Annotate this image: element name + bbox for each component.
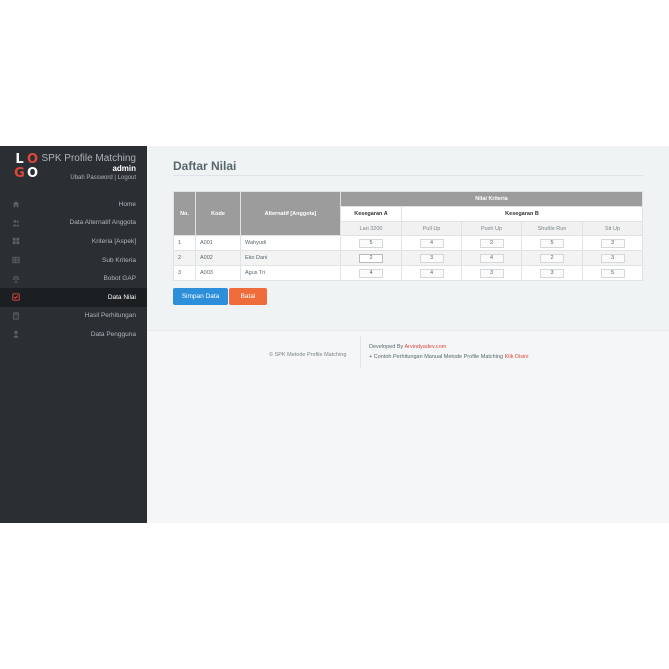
cell-no: 1 [173,235,196,251]
footer-credits: Developed By Arvindyadev.com + Contoh Pe… [369,342,528,362]
sidebar-item-data-alternatif[interactable]: Data Alternatif Anggota [0,214,147,233]
user-links: Ubah Password | Logout [70,175,136,181]
title-divider [173,175,643,176]
cell-kode: A001 [195,235,241,251]
contoh-line: + Contoh Perhitungan Manual Metode Profi… [369,352,528,362]
brand: L O G O SPK Profile Matching admin Ubah … [0,146,147,188]
table-icon [11,255,21,265]
cell-nama: Wahyudi [240,235,341,251]
sidebar-item-data-pengguna[interactable]: Data Pengguna [0,325,147,344]
developed-by-label: Developed By [369,344,405,350]
nilai-input[interactable]: 4 [419,268,444,278]
column-header-alternatif: Alternatif [Anggota] [240,191,341,236]
sidebar-menu: Home Data Alternatif Anggota Kriteria [A… [0,195,147,344]
logo-letter: G [14,166,25,181]
nilai-input[interactable]: 3 [540,268,564,278]
sidebar-item-label: Data Nilai [107,293,136,301]
nilai-input[interactable]: 4 [359,268,383,278]
calculator-icon [11,311,21,321]
logo-letter: L [15,152,24,167]
footer: © SPK Metode Profile Matching Developed … [147,330,669,523]
app-name: SPK Profile Matching [41,153,137,164]
sidebar-item-hasil-perhitungan[interactable]: Hasil Perhitungan [0,307,147,326]
column-header-kode: Kode [195,191,241,236]
nilai-input[interactable]: 3 [479,268,504,278]
sub-header: Shuttle Run [521,221,583,236]
app-window: L O G O SPK Profile Matching admin Ubah … [0,146,669,523]
cell-kode: A003 [195,265,241,281]
cell-no: 3 [173,265,196,281]
table-row: 3 A003 Agus Tri 4 4 3 3 5 [173,265,643,281]
nilai-input[interactable]: 3 [600,238,625,248]
save-button[interactable]: Simpan Data [173,288,228,305]
user-name: admin [112,164,136,173]
nilai-input[interactable]: 3 [600,253,625,263]
logo-letter: O [26,166,39,181]
nilai-input[interactable]: 5 [359,238,383,248]
sidebar-item-label: Hasil Perhitungan [84,312,136,320]
nilai-input[interactable]: 3 [419,253,444,263]
nilai-input[interactable]: 2 [359,253,383,263]
cancel-button[interactable]: Batal [229,288,267,305]
sub-header: Pull Up [401,221,462,236]
logout-link[interactable]: Logout [118,175,136,181]
nilai-input[interactable]: 2 [479,238,504,248]
grid-icon [11,236,21,246]
developer-link[interactable]: Arvindyadev.com [404,344,446,350]
sidebar-item-label: Home [118,200,136,208]
nilai-table: No. Kode Alternatif [Anggota] Nilai Krit… [173,191,643,281]
sub-header: Lari 3200 [340,221,402,236]
sidebar-item-label: Data Alternatif Anggota [69,219,137,227]
home-icon [11,199,21,209]
sidebar-item-label: Data Pengguna [90,330,136,338]
nilai-input[interactable]: 5 [540,238,564,248]
user-icon [11,329,21,339]
column-header-no: No. [173,191,196,236]
group-header-kesegaran-b: Kesegaran B [401,206,643,222]
contoh-label: + Contoh Perhitungan Manual Metode Profi… [369,354,505,360]
footer-copyright: © SPK Metode Profile Matching [269,352,347,358]
sub-header: Sit Up [582,221,643,236]
logo-letter: O [26,152,39,167]
sidebar-item-sub-kriteria[interactable]: Sub Kriteria [0,251,147,270]
sidebar-item-data-nilai[interactable]: Data Nilai [0,287,147,307]
users-icon [11,218,21,228]
footer-divider [360,336,361,368]
scale-icon [11,274,21,284]
sub-header: Push Up [461,221,522,236]
nilai-input[interactable]: 5 [600,268,625,278]
content-panel: Daftar Nilai No. Kode Alternatif [Anggot… [147,146,669,330]
cell-no: 2 [173,250,196,266]
logo[interactable]: L O G O [13,153,39,183]
sidebar-item-home[interactable]: Home [0,195,147,214]
sidebar: L O G O SPK Profile Matching admin Ubah … [0,146,147,523]
table-row: 2 A002 Eko Dani 2 3 4 2 3 [173,250,643,266]
klik-disini-link[interactable]: Klik Disini [505,354,529,360]
nilai-input[interactable]: 4 [479,253,504,263]
column-header-nilai-kriteria: Nilai Kriteria [340,191,643,207]
sidebar-item-bobot-gap[interactable]: Bobot GAP [0,269,147,288]
cell-kode: A002 [195,250,241,266]
checkbox-icon [11,292,21,302]
main-content: Daftar Nilai No. Kode Alternatif [Anggot… [147,146,669,523]
sidebar-item-kriteria[interactable]: Kriteria [Aspek] [0,232,147,251]
nilai-input[interactable]: 4 [419,238,444,248]
table-row: 1 A001 Wahyudi 5 4 2 5 3 [173,235,643,251]
cell-nama: Eko Dani [240,250,341,266]
sidebar-item-label: Kriteria [Aspek] [91,237,136,245]
group-header-kesegaran-a: Kesegaran A [340,206,402,222]
developed-by-line: Developed By Arvindyadev.com [369,342,528,352]
change-password-link[interactable]: Ubah Password [70,175,112,181]
nilai-input[interactable]: 2 [540,253,564,263]
page-title: Daftar Nilai [173,159,237,173]
sidebar-item-label: Sub Kriteria [102,256,136,264]
sidebar-item-label: Bobot GAP [103,275,136,283]
cell-nama: Agus Tri [240,265,341,281]
